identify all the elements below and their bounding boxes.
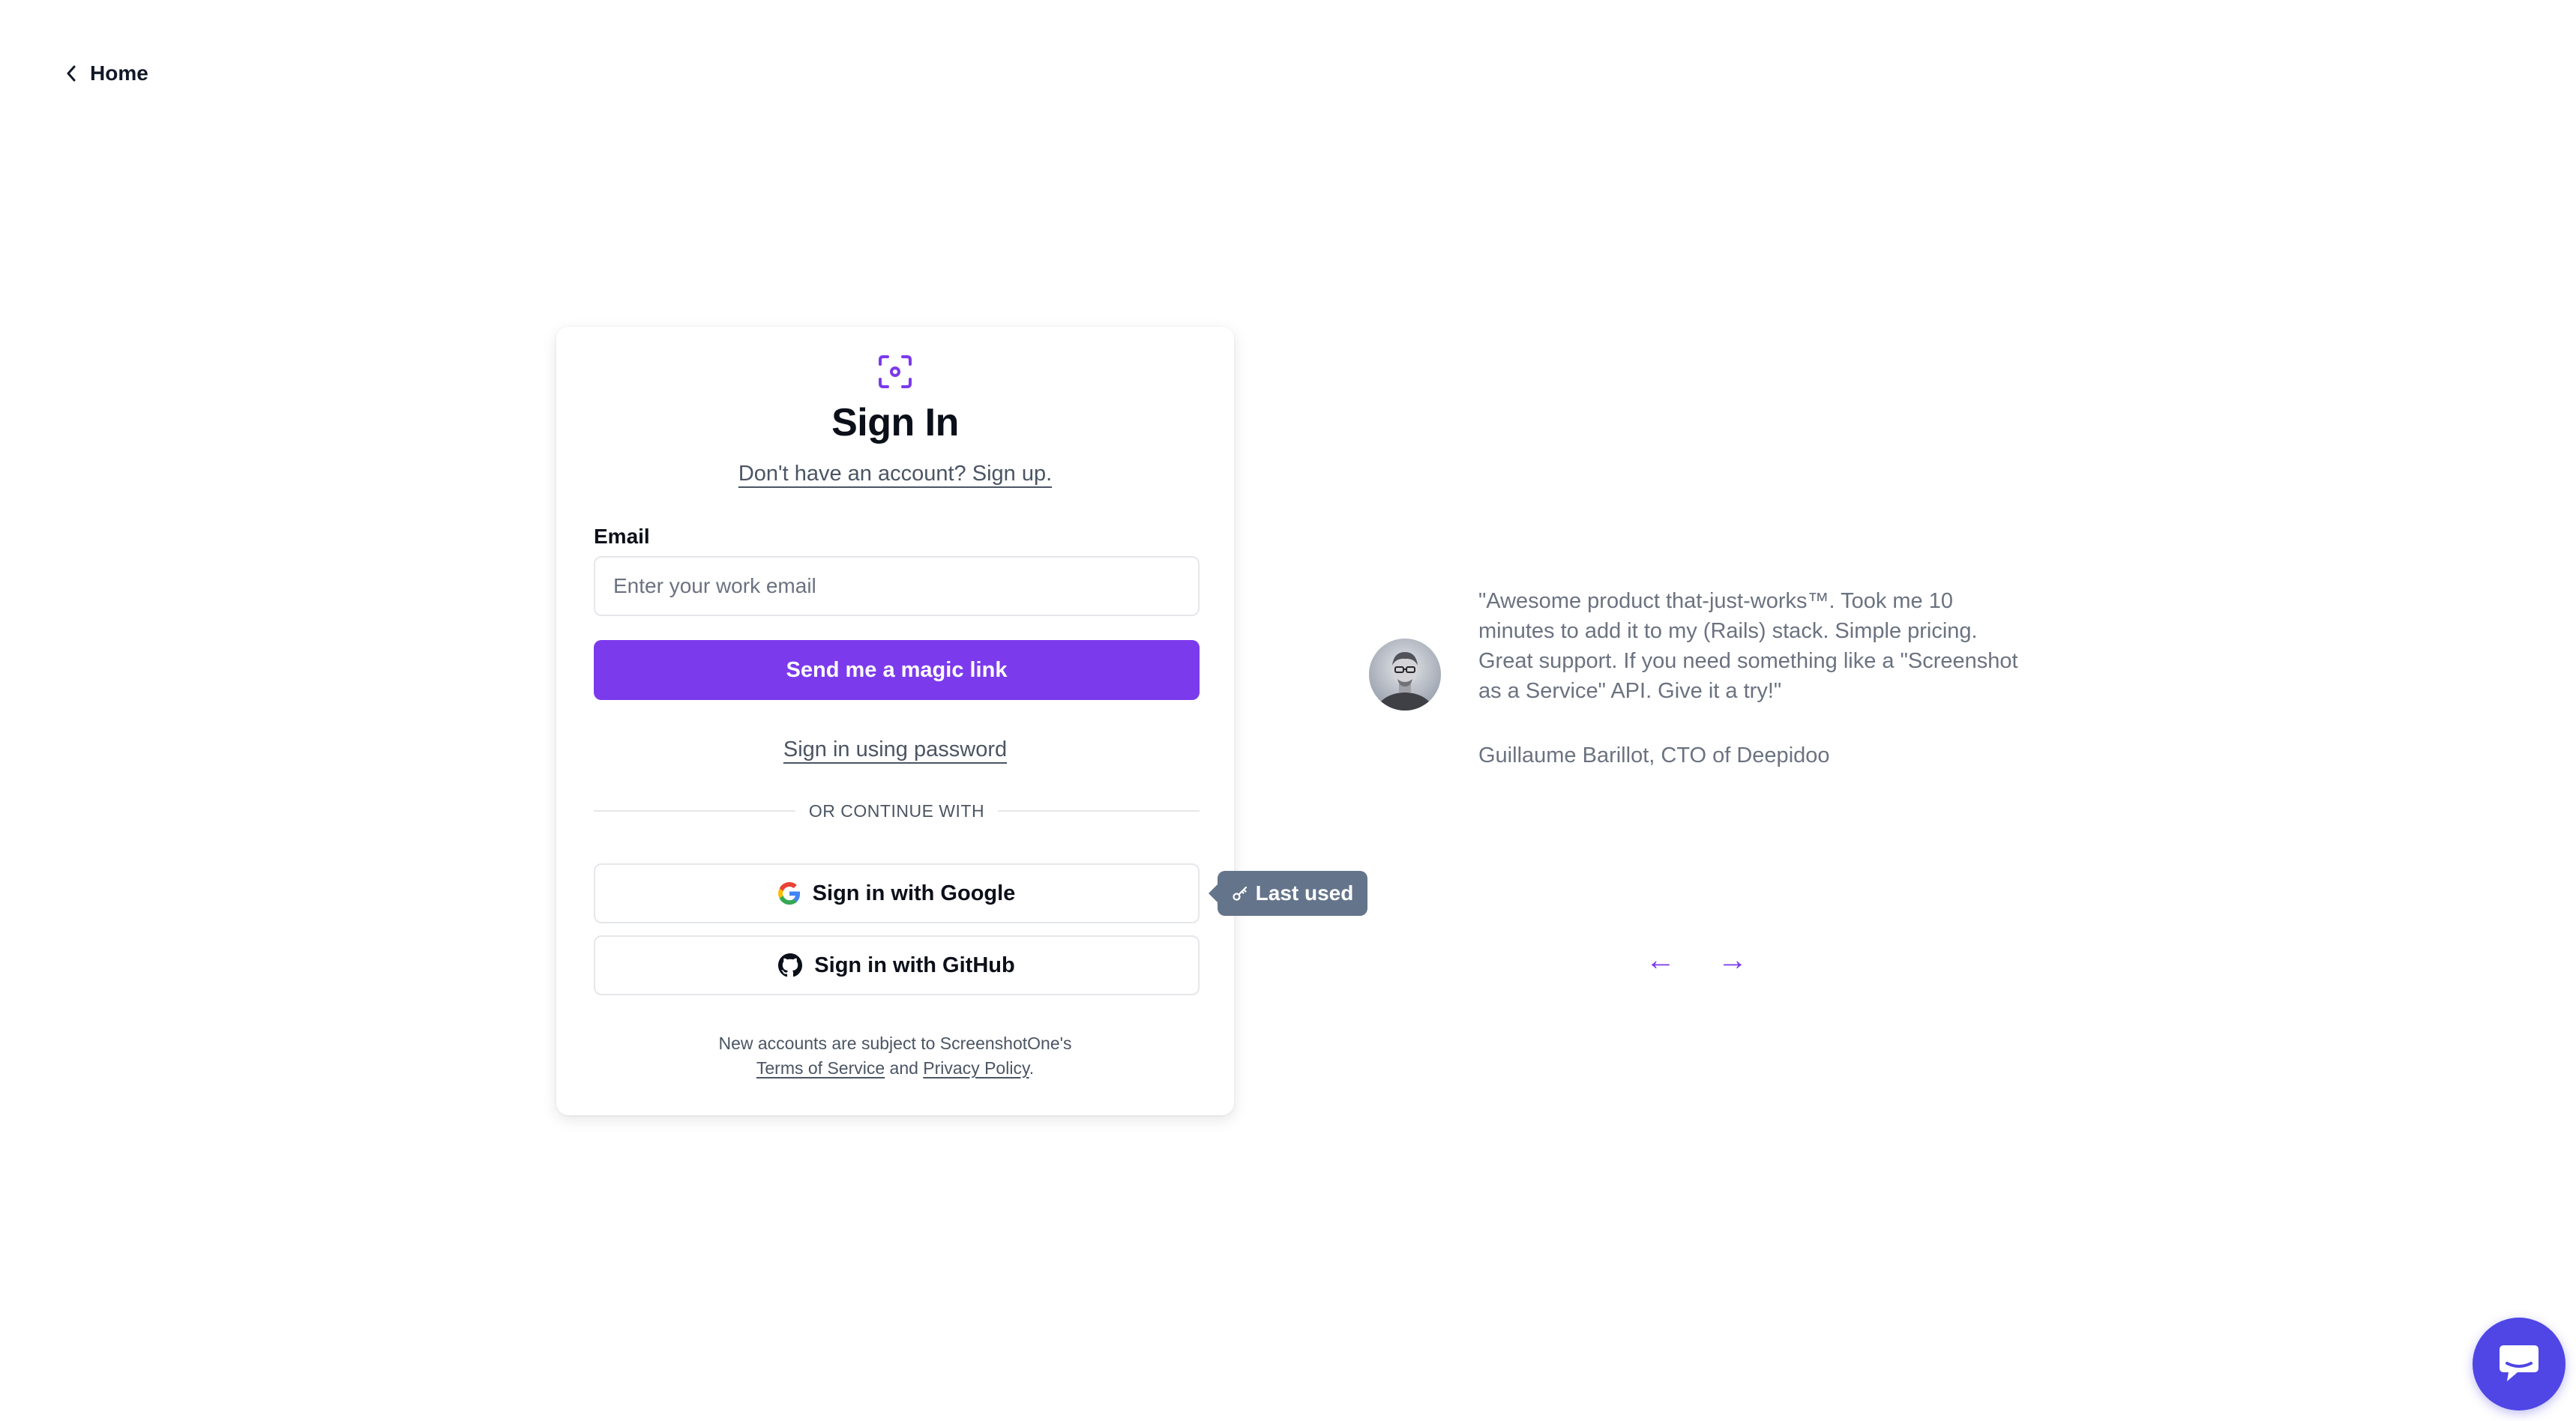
google-icon [777,882,800,905]
legal-suffix: . [1029,1058,1035,1078]
google-signin-label: Sign in with Google [812,881,1016,905]
privacy-policy-link[interactable]: Privacy Policy [923,1058,1029,1078]
email-field[interactable] [594,556,1200,616]
signup-link-wrapper: Don't have an account? Sign up. [556,462,1234,486]
key-icon [1233,886,1247,901]
github-signin-button[interactable]: Sign in with GitHub [594,935,1200,995]
divider-text: OR CONTINUE WITH [808,800,985,821]
legal-notice: New accounts are subject to ScreenshotOn… [556,1031,1234,1081]
last-used-badge: Last used [1209,871,1367,916]
signin-card: Sign In Don't have an account? Sign up. … [556,327,1234,1115]
divider-line-right [998,810,1200,812]
github-signin-label: Sign in with GitHub [814,953,1015,977]
password-link-wrapper: Sign in using password [556,737,1234,762]
signup-link[interactable]: Don't have an account? Sign up. [738,462,1052,486]
divider-line-left [594,810,795,812]
home-label: Home [90,61,148,85]
chat-bubble-icon [2500,1345,2539,1381]
email-label: Email [594,525,650,548]
or-continue-divider: OR CONTINUE WITH [594,800,1200,821]
sign-in-password-link[interactable]: Sign in using password [783,737,1007,761]
legal-prefix: New accounts are subject to ScreenshotOn… [718,1034,1072,1053]
last-used-label: Last used [1255,881,1354,905]
avatar [1369,639,1441,710]
chevron-left-icon [67,65,76,82]
screenshot-logo-icon [879,355,912,388]
chat-launcher-button[interactable] [2473,1318,2566,1411]
previous-testimonial-button[interactable]: ← [1642,941,1679,979]
send-magic-link-button[interactable]: Send me a magic link [594,640,1200,700]
page-title: Sign In [831,401,959,444]
google-signin-button[interactable]: Sign in with Google [594,863,1200,923]
testimonial-author: Guillaume Barillot, CTO of Deepidoo [1478,743,1830,767]
legal-and: and [889,1058,918,1078]
testimonial-quote: "Awesome product that-just-works™. Took … [1478,589,2018,703]
github-icon [778,953,803,977]
next-testimonial-button[interactable]: → [1714,941,1751,979]
terms-of-service-link[interactable]: Terms of Service [756,1058,885,1078]
home-link[interactable]: Home [66,57,148,90]
